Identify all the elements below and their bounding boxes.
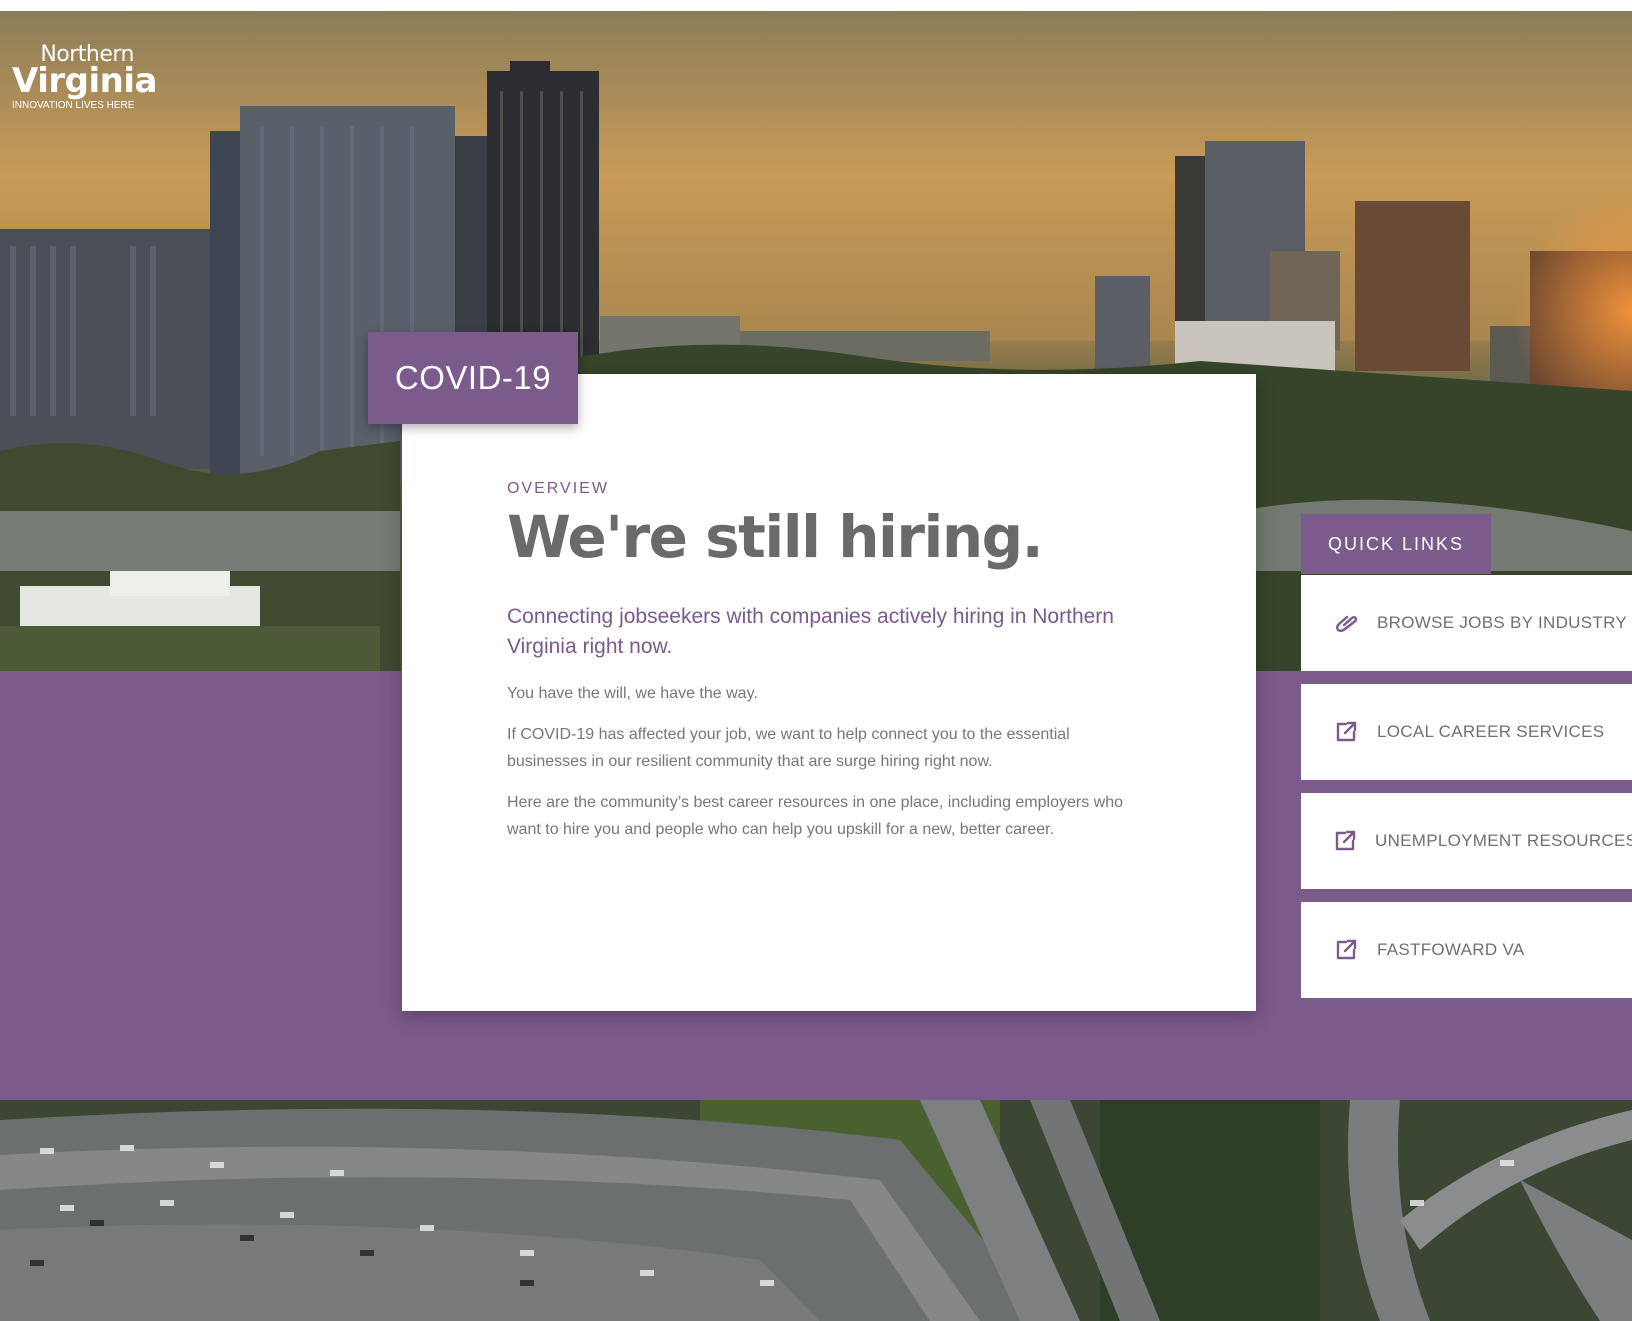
covid-19-tab: COVID-19 [368,332,578,424]
quick-link-label: FASTFOWARD VA [1377,940,1525,959]
quick-link-label: BROWSE JOBS BY INDUSTRY [1377,613,1627,632]
link-icon [1333,610,1359,636]
external-link-icon [1333,937,1359,963]
covid-19-tab-label: COVID-19 [394,359,552,396]
quick-link-unemployment-resources[interactable]: UNEMPLOYMENT RESOURCES [1301,793,1632,889]
overview-content: OVERVIEW We're still hiring. Connecting … [507,480,1147,843]
body-paragraph: You have the will, we have the way. [507,685,758,702]
quick-link-label: LOCAL CAREER SERVICES [1377,722,1605,741]
highway-image [0,1100,1632,1321]
body-paragraph: Here are the community’s best career res… [507,794,1124,838]
page-title: We're still hiring. [507,503,1044,571]
body-paragraph: If COVID-19 has affected your job, we wa… [507,726,1070,770]
external-link-icon [1333,719,1359,745]
quick-link-local-career-services[interactable]: LOCAL CAREER SERVICES [1301,684,1632,780]
overview-card: OVERVIEW We're still hiring. Connecting … [402,374,1256,1011]
overview-eyebrow: OVERVIEW [507,480,609,497]
logo-line-virginia: Virginia [12,61,157,101]
quick-links-title: QUICK LINKS [1327,533,1465,554]
northern-virginia-logo[interactable]: Northern Virginia INNOVATION LIVES HERE [12,44,157,112]
quick-links-header: QUICK LINKS [1301,514,1491,574]
subheadline: Connecting jobseekers with companies act… [507,605,1114,658]
quick-link-fastforward-va[interactable]: FASTFOWARD VA [1301,902,1632,998]
logo-tagline: INNOVATION LIVES HERE [12,100,135,111]
top-strip [0,0,1632,11]
external-link-icon [1333,828,1357,854]
quick-link-label: UNEMPLOYMENT RESOURCES [1375,831,1632,850]
quick-link-browse-jobs[interactable]: BROWSE JOBS BY INDUSTRY [1301,575,1632,671]
